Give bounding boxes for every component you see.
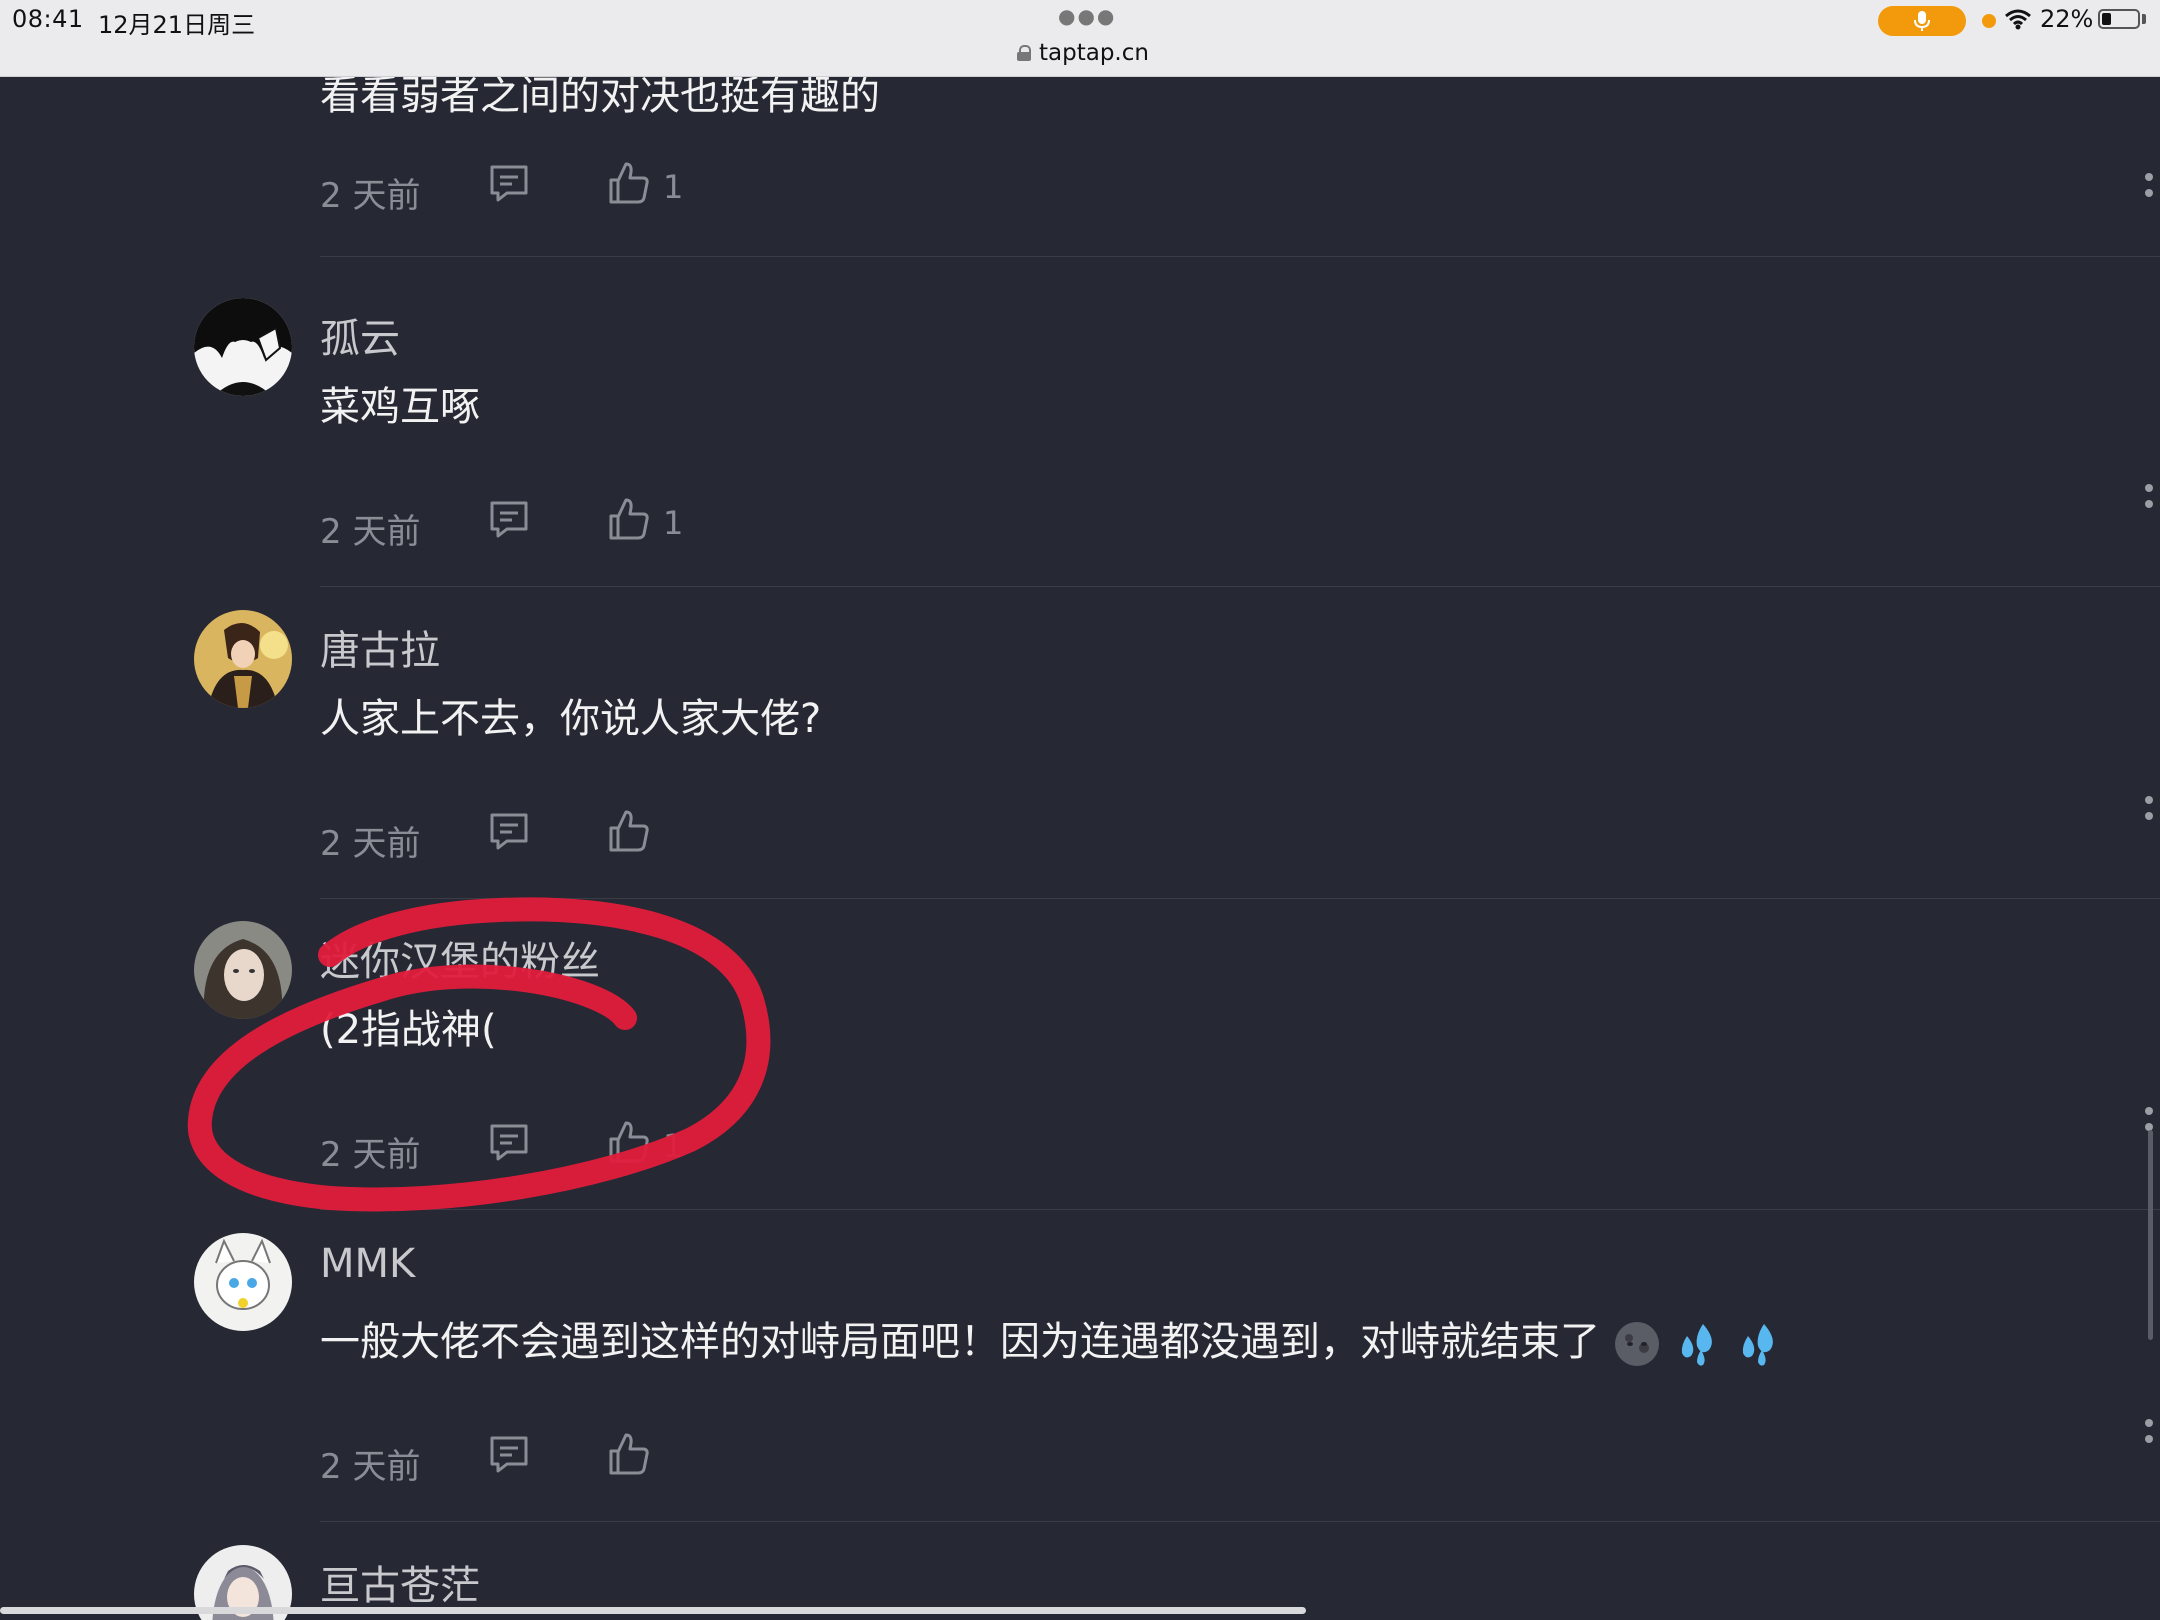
thumbs-up-icon[interactable]: [607, 808, 651, 854]
ellipsis-icon[interactable]: ●●●: [1058, 4, 1116, 28]
comment-text: (2指战神(: [320, 1007, 497, 1053]
microphone-indicator[interactable]: [1878, 6, 1966, 36]
sweat-droplets-icon: [1682, 1324, 1713, 1366]
address-bar[interactable]: taptap.cn: [1017, 40, 1149, 66]
divider: [320, 586, 2160, 587]
thumbs-up-icon[interactable]: [607, 160, 651, 206]
comment-item: 孤云 菜鸡互啄 2 天前 1: [0, 298, 2160, 609]
comment-text: 菜鸡互啄: [320, 384, 480, 430]
recording-dot-icon: [1982, 14, 1996, 28]
divider: [320, 898, 2160, 899]
more-vertical-icon[interactable]: [2140, 796, 2156, 836]
avatar[interactable]: [194, 1233, 292, 1331]
avatar[interactable]: [194, 610, 292, 708]
battery-icon: [2098, 9, 2140, 29]
comment-time: 2 天前: [320, 824, 421, 864]
thumbs-up-icon[interactable]: [607, 1431, 651, 1477]
new-moon-face-icon: [1614, 1322, 1659, 1366]
comment-item: 唐古拉 人家上不去，你说人家大佬? 2 天前: [0, 610, 2160, 921]
avatar[interactable]: [194, 921, 292, 1019]
comment-icon[interactable]: [487, 1433, 531, 1477]
home-indicator: [0, 1607, 1306, 1614]
comment-icon[interactable]: [487, 810, 531, 854]
more-vertical-icon[interactable]: [2140, 484, 2156, 524]
comment-username[interactable]: 唐古拉: [320, 618, 440, 676]
like-count: 1: [663, 1127, 684, 1165]
sweat-droplets-icon: [1743, 1324, 1774, 1366]
status-time: 08:41: [12, 5, 84, 33]
more-vertical-icon[interactable]: [2140, 173, 2156, 213]
comment-item: MMK 一般大佬不会遇到这样的对峙局面吧！因为连遇都没遇到，对峙就结束了 2 天…: [0, 1233, 2160, 1544]
comment-time: 2 天前: [320, 176, 421, 216]
comment-time: 2 天前: [320, 1135, 421, 1175]
comment-username[interactable]: MMK: [320, 1241, 415, 1287]
comment-text-body: 一般大佬不会遇到这样的对峙局面吧！因为连遇都没遇到，对峙就结束了: [320, 1319, 1600, 1365]
status-date: 12月21日周三: [98, 11, 256, 39]
comment-icon[interactable]: [487, 498, 531, 542]
lock-icon: [1017, 45, 1031, 61]
comment-icon[interactable]: [487, 1121, 531, 1165]
battery-tip: [2142, 14, 2146, 24]
avatar[interactable]: [194, 298, 292, 396]
wifi-icon: [2005, 9, 2031, 30]
microphone-icon: [1914, 11, 1930, 31]
comment-icon[interactable]: [487, 162, 531, 206]
comment-username[interactable]: 亘古苍茫: [320, 1553, 480, 1611]
divider: [320, 1521, 2160, 1522]
more-vertical-icon[interactable]: [2140, 1419, 2156, 1459]
battery-percent: 22%: [2040, 5, 2094, 33]
divider: [320, 256, 2160, 257]
comment-text: 人家上不去，你说人家大佬?: [320, 696, 822, 742]
like-count: 1: [663, 504, 684, 542]
comment-text: 一般大佬不会遇到这样的对峙局面吧！因为连遇都没遇到，对峙就结束了: [320, 1309, 1782, 1368]
comment-username[interactable]: 孤云: [320, 306, 400, 364]
thumbs-up-icon[interactable]: [607, 1119, 651, 1165]
browser-top-bar: 08:41 12月21日周三 ●●● taptap.cn 22%: [0, 0, 2160, 77]
url-text: taptap.cn: [1039, 40, 1149, 66]
divider: [320, 1209, 2160, 1210]
like-count: 1: [663, 168, 684, 206]
comment-time: 2 天前: [320, 512, 421, 552]
thumbs-up-icon[interactable]: [607, 496, 651, 542]
comment-item: 迷你汉堡的粉丝 (2指战神( 2 天前 1: [0, 921, 2160, 1232]
scrollbar[interactable]: [2148, 1130, 2153, 1340]
comment-time: 2 天前: [320, 1447, 421, 1487]
comment-username[interactable]: 迷你汉堡的粉丝: [320, 929, 600, 987]
